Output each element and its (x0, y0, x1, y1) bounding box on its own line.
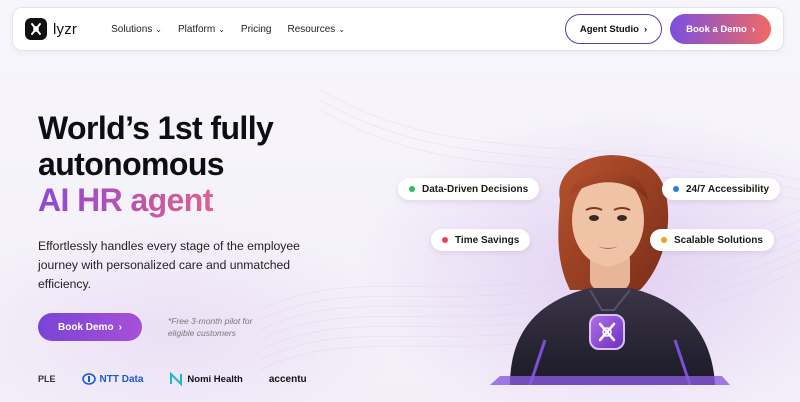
pill-label: Data-Driven Decisions (422, 183, 529, 195)
book-demo-label: Book Demo (58, 321, 114, 333)
feature-pill-time-savings: Time Savings (431, 229, 531, 251)
feature-pill-data-driven: Data-Driven Decisions (398, 178, 540, 200)
nav-item-label: Solutions (111, 23, 153, 35)
lyzr-logo-icon (25, 18, 47, 40)
chevron-down-icon: ⌄ (155, 24, 162, 34)
chevron-right-icon: › (643, 23, 648, 35)
book-a-demo-label: Book a Demo (686, 23, 747, 35)
client-name: accentu (268, 373, 307, 385)
client-logo-accenture: accentu (269, 374, 307, 385)
brand-logo[interactable]: lyzr (25, 18, 77, 40)
chevron-right-icon: › (118, 321, 122, 333)
status-dot (661, 237, 667, 243)
client-logo-ple: PLE (38, 374, 56, 384)
client-logo-ntt-data: NTT Data (81, 373, 144, 385)
ntt-data-logo-icon (81, 373, 96, 385)
pill-label: 24/7 Accessibility (686, 183, 770, 195)
chevron-down-icon: ⌄ (218, 24, 225, 34)
status-dot (409, 186, 415, 192)
client-name: Nomi Health (187, 373, 243, 385)
nav-item-label: Platform (177, 23, 216, 35)
pilot-note: *Free 3-month pilot for eligible custome… (167, 316, 253, 338)
chevron-right-icon: › (751, 23, 755, 35)
feature-pill-scalable: Scalable Solutions (650, 229, 774, 251)
top-navbar: lyzr Solutions ⌄ Platform ⌄ Pricing Reso… (12, 7, 784, 51)
hero-title-line2: autonomous (38, 146, 225, 182)
client-name: NTT Data (99, 373, 144, 385)
client-name: PLE (38, 374, 56, 384)
nav-item-resources[interactable]: Resources ⌄ (288, 24, 346, 35)
nav-item-pricing[interactable]: Pricing (241, 24, 272, 35)
status-dot (442, 237, 448, 243)
nav-item-solutions[interactable]: Solutions ⌄ (111, 24, 162, 35)
client-logos: PLE NTT Data Nomi Health accentu (38, 372, 307, 386)
nav-actions: Agent Studio › Book a Demo › (564, 14, 771, 44)
hero-title-line1: World’s 1st fully (38, 110, 274, 146)
nomi-health-logo-icon (170, 372, 183, 386)
hero-cta-row: Book Demo › *Free 3-month pilot for elig… (38, 313, 278, 341)
hero-title-accent: AI HR agent (38, 182, 213, 218)
ai-hr-agent-illustration (490, 155, 730, 385)
book-demo-button[interactable]: Book Demo › (38, 313, 142, 341)
feature-pill-accessibility: 24/7 Accessibility (662, 178, 781, 200)
nav-menu: Solutions ⌄ Platform ⌄ Pricing Resources… (111, 24, 345, 35)
nav-item-label: Resources (287, 23, 336, 35)
book-a-demo-button[interactable]: Book a Demo › (670, 14, 771, 44)
nav-item-platform[interactable]: Platform ⌄ (178, 24, 225, 35)
brand-name: lyzr (53, 20, 78, 38)
nav-item-label: Pricing (240, 23, 272, 35)
hero-subtitle: Effortlessly handles every stage of the … (38, 239, 300, 291)
hero-title: World’s 1st fully autonomous AI HR agent (38, 110, 358, 218)
chevron-down-icon: ⌄ (338, 24, 346, 34)
agent-studio-label: Agent Studio (579, 23, 639, 35)
agent-studio-button[interactable]: Agent Studio › (564, 14, 663, 44)
client-logo-nomi-health: Nomi Health (169, 372, 243, 386)
status-dot (673, 186, 679, 192)
pill-label: Scalable Solutions (674, 234, 763, 246)
pill-label: Time Savings (455, 234, 520, 246)
